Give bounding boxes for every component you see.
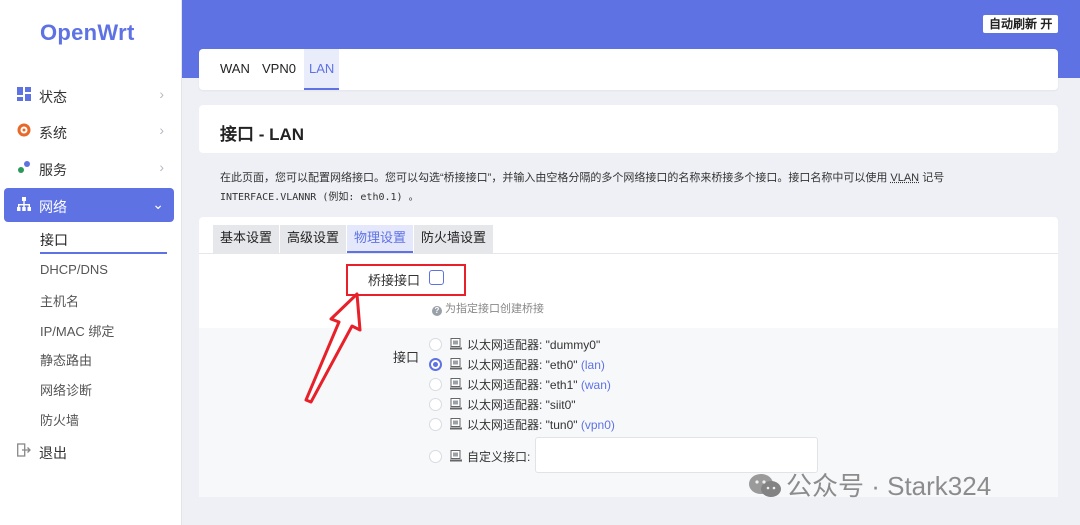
watermark-text: 公众号 · Stark324 — [786, 471, 992, 501]
sidebar-sub-item-interfaces[interactable]: 接口 — [40, 230, 68, 250]
radio-button[interactable] — [429, 338, 442, 351]
dashboard-icon — [16, 87, 32, 103]
sidebar-item-label: 状态 — [39, 89, 67, 105]
page-description-line2: INTERFACE.VLANNR (例如: eth0.1) 。 — [220, 192, 419, 203]
bridge-help-label: 为指定接口创建桥接 — [445, 303, 544, 315]
chevron-down-icon: ⌄ — [152, 196, 164, 212]
description-text: 在此页面，您可以配置网络接口。您可以勾选“桥接接口”，并输入由空格分隔的多个网络… — [220, 172, 891, 184]
tab-general-settings[interactable]: 基本设置 — [213, 225, 280, 253]
description-text-end: 记号 — [919, 172, 945, 184]
tab-physical-settings[interactable]: 物理设置 — [347, 225, 414, 253]
logout-icon — [16, 443, 32, 459]
sidebar-item-label: 系统 — [39, 125, 67, 141]
sidebar-sub-item-hostnames[interactable]: 主机名 — [40, 291, 79, 310]
sidebar-item-logout[interactable]: 退出 — [4, 434, 174, 468]
sidebar-item-label: 服务 — [39, 162, 67, 178]
zone-tag-lan: (lan) — [580, 358, 605, 372]
sidebar-sub-item-dhcp-dns[interactable]: DHCP/DNS — [40, 262, 108, 277]
ethernet-icon — [450, 338, 462, 350]
tab-wan[interactable]: WAN — [220, 61, 250, 76]
chevron-right-icon: › — [159, 86, 164, 102]
tab-vpn0[interactable]: VPN0 — [262, 61, 296, 76]
openwrt-logo[interactable]: OpenWrt — [40, 20, 135, 46]
ethernet-icon — [450, 378, 462, 390]
interface-tabs: WAN VPN0 LAN — [199, 49, 1058, 90]
active-sub-item-indicator — [40, 252, 167, 254]
radio-button-selected[interactable] — [429, 358, 442, 371]
services-icon — [16, 160, 32, 176]
option-label: 以太网适配器: "tun0" (vpn0) — [467, 418, 615, 432]
sidebar-sub-item-static-routes[interactable]: 静态路由 — [40, 350, 92, 369]
question-icon: ? — [432, 306, 442, 316]
wechat-icon — [749, 474, 781, 497]
tab-divider — [199, 253, 1058, 254]
radio-button[interactable] — [429, 378, 442, 391]
sidebar-item-network[interactable]: 网络 ⌄ — [4, 188, 174, 222]
ethernet-icon — [450, 358, 462, 370]
option-label: 以太网适配器: "dummy0" — [467, 338, 601, 352]
sidebar-sub-item-firewall[interactable]: 防火墙 — [40, 410, 79, 429]
sidebar-item-label: 网络 — [39, 199, 67, 215]
chevron-right-icon: › — [159, 122, 164, 138]
option-label: 以太网适配器: "siit0" — [467, 398, 576, 412]
sidebar-sub-item-ip-mac-binding[interactable]: IP/MAC 绑定 — [40, 321, 114, 340]
zone-tag-vpn0: (vpn0) — [580, 418, 615, 432]
vlan-abbr: VLAN — [890, 172, 920, 184]
bridge-help-text: ? 为指定接口创建桥接 — [432, 300, 544, 316]
custom-interface-label: 自定义接口: — [467, 450, 531, 464]
sidebar-item-label: 退出 — [39, 445, 67, 461]
ethernet-icon — [450, 398, 462, 410]
watermark: 公众号 · Stark324 — [748, 466, 991, 503]
zone-tag-wan: (wan) — [580, 378, 611, 392]
interface-label: 接口 — [393, 350, 420, 365]
ethernet-icon — [450, 450, 462, 462]
ethernet-icon — [450, 418, 462, 430]
sidebar-item-status[interactable]: 状态 › — [4, 78, 174, 112]
sidebar-item-services[interactable]: 服务 › — [4, 151, 174, 185]
page-title: 接口 - LAN — [220, 125, 305, 144]
tab-lan[interactable]: LAN — [309, 61, 334, 76]
option-label: 以太网适配器: "eth0" (lan) — [467, 358, 605, 372]
page-title-box: 接口 - LAN — [199, 105, 1058, 153]
option-label: 以太网适配器: "eth1" (wan) — [467, 378, 611, 392]
auto-refresh-toggle[interactable]: 自动刷新 开 — [983, 15, 1059, 33]
sidebar: OpenWrt 状态 › 系统 › 服务 › 网络 ⌄ 接口 DHCP/DNS … — [0, 0, 182, 525]
annotation-arrow — [304, 292, 362, 404]
sidebar-item-system[interactable]: 系统 › — [4, 114, 174, 148]
page-description: 在此页面，您可以配置网络接口。您可以勾选“桥接接口”，并输入由空格分隔的多个网络… — [220, 169, 944, 185]
gear-icon — [16, 123, 32, 139]
radio-button[interactable] — [429, 418, 442, 431]
sidebar-sub-item-diagnostics[interactable]: 网络诊断 — [40, 380, 92, 399]
tab-firewall-settings[interactable]: 防火墙设置 — [414, 225, 494, 253]
radio-button[interactable] — [429, 398, 442, 411]
tab-advanced-settings[interactable]: 高级设置 — [280, 225, 347, 253]
chevron-right-icon: › — [159, 159, 164, 175]
network-icon — [16, 197, 32, 213]
radio-button[interactable] — [429, 450, 442, 463]
